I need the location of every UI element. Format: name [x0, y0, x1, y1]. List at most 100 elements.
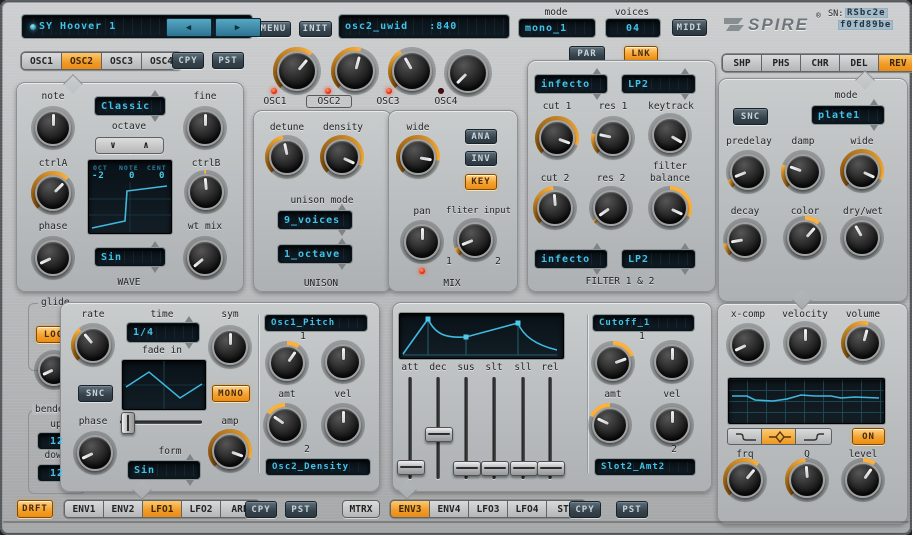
env-handle[interactable]	[426, 317, 431, 322]
level-knob[interactable]	[841, 458, 885, 502]
dropdown-down-icon[interactable]	[185, 343, 193, 349]
dropdown-down-icon[interactable]	[151, 267, 159, 273]
env-slot1-target-display[interactable]: Cutoff_1	[593, 315, 694, 331]
velocity-knob[interactable]	[783, 321, 827, 365]
lfo-time-select[interactable]: 1/4	[127, 323, 199, 342]
wave-type-select[interactable]: Classic	[95, 97, 165, 115]
reverb-sync-button[interactable]: SNC	[733, 108, 768, 125]
env-slot2-target-display[interactable]: Slot2_Amt2	[595, 459, 695, 475]
density-knob[interactable]	[320, 135, 364, 179]
tab-reverb[interactable]: REV	[878, 54, 912, 72]
lfo-slot1-target-display[interactable]: Osc1_Pitch	[265, 315, 367, 331]
filter-input-knob[interactable]	[453, 218, 497, 262]
lfo-phase-knob[interactable]	[73, 431, 117, 475]
tab-lfo1[interactable]: LFO1	[142, 500, 182, 518]
lfo-rate-knob[interactable]	[71, 323, 115, 367]
lfo-sym-knob[interactable]	[208, 325, 252, 369]
dropdown-down-icon[interactable]	[593, 269, 601, 275]
lfo-paste-button[interactable]: PST	[285, 501, 317, 518]
keytrack-button[interactable]: KEY	[465, 174, 497, 190]
lfo-amp-knob[interactable]	[208, 429, 252, 473]
init-button[interactable]: INIT	[299, 21, 332, 37]
voices-display[interactable]: 04	[606, 19, 660, 37]
note-value[interactable]: 0	[129, 171, 135, 181]
env-slot2-vel-knob[interactable]	[650, 403, 694, 447]
color-knob[interactable]	[783, 216, 827, 260]
dropdown-up-icon[interactable]	[870, 99, 878, 105]
eq-lowshelf-button[interactable]	[727, 428, 764, 445]
filter-balance-knob[interactable]	[648, 186, 692, 230]
dropdown-down-icon[interactable]	[186, 480, 194, 486]
eq-on-button[interactable]: ON	[852, 428, 885, 445]
octave-up-button[interactable]: ∧	[129, 137, 164, 154]
tab-phaser[interactable]: PHS	[761, 54, 801, 72]
drift-button[interactable]: DRFT	[17, 500, 53, 518]
tab-osc1[interactable]: OSC1	[21, 52, 62, 70]
detune-knob[interactable]	[265, 135, 309, 179]
tab-env3[interactable]: ENV3	[390, 500, 430, 518]
tab-osc3[interactable]: OSC3	[101, 52, 142, 70]
dropdown-up-icon[interactable]	[593, 68, 601, 74]
tab-shaper[interactable]: SHP	[722, 54, 762, 72]
dropdown-down-icon[interactable]	[870, 125, 878, 131]
env-paste-button[interactable]: PST	[616, 501, 648, 518]
dropdown-up-icon[interactable]	[681, 243, 689, 249]
wave-form-select[interactable]: Sin	[95, 248, 165, 266]
tab-delay[interactable]: DEL	[839, 54, 879, 72]
tab-osc2[interactable]: OSC2	[61, 52, 102, 70]
preset-next-button[interactable]: ▶	[215, 18, 261, 37]
tab-env2[interactable]: ENV2	[103, 500, 143, 518]
wide-knob[interactable]	[396, 135, 440, 179]
decay-knob[interactable]	[723, 218, 767, 262]
note-knob[interactable]	[31, 106, 75, 150]
dropdown-down-icon[interactable]	[338, 230, 346, 236]
drywet-knob[interactable]	[840, 216, 884, 260]
lfo-slot2-amt-knob[interactable]	[263, 403, 307, 447]
cut2-knob[interactable]	[533, 186, 577, 230]
dropdown-up-icon[interactable]	[186, 454, 194, 460]
osc1-level-knob[interactable]	[273, 47, 321, 95]
env-handle[interactable]	[516, 321, 521, 326]
slope-time-slider[interactable]	[481, 375, 507, 481]
tab-chorus[interactable]: CHR	[800, 54, 840, 72]
unison-voices-select[interactable]: 9_voices	[278, 211, 352, 229]
eq-display[interactable]	[728, 378, 885, 424]
env-copy-button[interactable]: CPY	[569, 501, 601, 518]
unison-octave-select[interactable]: 1_octave	[278, 245, 352, 263]
sustain-slider[interactable]	[453, 375, 479, 481]
filter1-type-select[interactable]: infecto	[535, 75, 607, 93]
tab-lfo2[interactable]: LFO2	[181, 500, 221, 518]
tab-env1[interactable]: ENV1	[64, 500, 104, 518]
lfo-form-select[interactable]: Sin	[128, 461, 200, 479]
dropdown-down-icon[interactable]	[681, 269, 689, 275]
oct-value[interactable]: -2	[92, 171, 105, 181]
dropdown-up-icon[interactable]	[151, 90, 159, 96]
lfo-fade-slider[interactable]	[118, 412, 204, 432]
lfo-slot2-vel-knob[interactable]	[321, 403, 365, 447]
matrix-button[interactable]: MTRX	[342, 500, 380, 518]
reverb-mode-select[interactable]: plate1	[812, 106, 884, 124]
tab-lfo4[interactable]: LFO4	[507, 500, 547, 518]
q-knob[interactable]	[785, 458, 829, 502]
dropdown-up-icon[interactable]	[593, 243, 601, 249]
menu-button[interactable]: MENU	[256, 21, 291, 37]
env-slot2-amt-knob[interactable]	[588, 403, 632, 447]
wave-display[interactable]: OCT NOTE CENT -2 0 0	[88, 160, 172, 234]
env-handle[interactable]	[464, 335, 469, 340]
reverb-wide-knob[interactable]	[840, 149, 884, 193]
ctrla-knob[interactable]	[31, 171, 75, 215]
pan-knob[interactable]	[400, 220, 444, 264]
tab-lfo3[interactable]: LFO3	[468, 500, 508, 518]
ctrlb-knob[interactable]	[184, 170, 228, 214]
lfo-mono-button[interactable]: MONO	[212, 385, 250, 402]
dropdown-up-icon[interactable]	[338, 204, 346, 210]
midi-button[interactable]: MIDI	[672, 19, 707, 36]
octave-down-button[interactable]: ∨	[95, 137, 131, 154]
osc4-level-knob[interactable]	[444, 49, 492, 97]
env-slot1-amt-knob[interactable]	[591, 341, 635, 385]
dropdown-up-icon[interactable]	[185, 316, 193, 322]
lfo-sync-button[interactable]: SNC	[78, 385, 113, 402]
lfo-slot2-target-display[interactable]: Osc2_Density	[266, 459, 370, 475]
invert-button[interactable]: INV	[465, 151, 497, 166]
decay-slider[interactable]	[425, 375, 451, 481]
